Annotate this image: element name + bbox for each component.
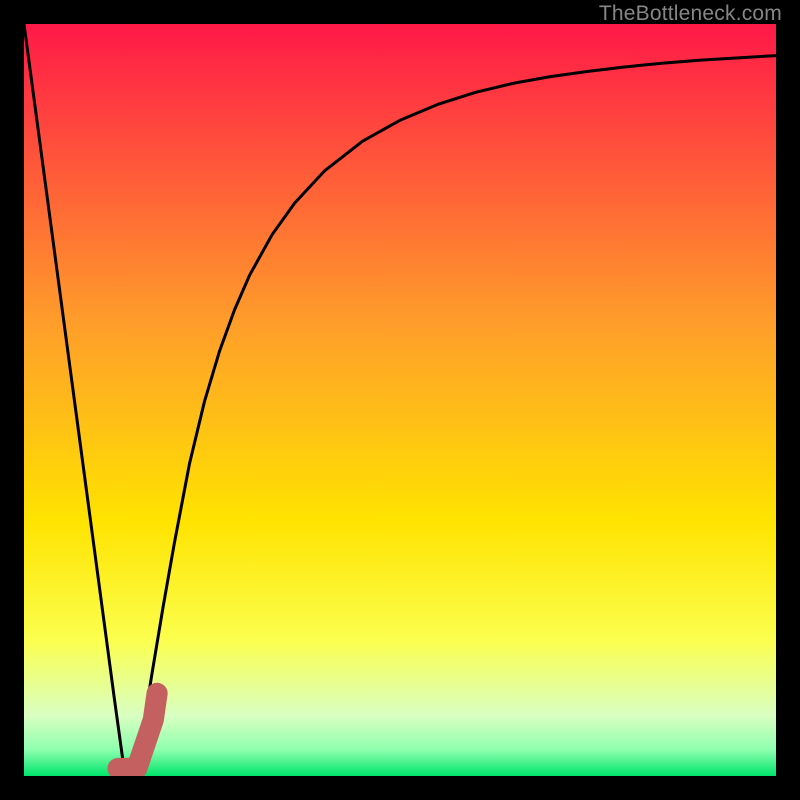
watermark-label: TheBottleneck.com — [599, 2, 782, 26]
gradient-background — [24, 24, 776, 776]
chart-frame: TheBottleneck.com — [0, 0, 800, 800]
plot-area — [24, 24, 776, 776]
chart-svg — [24, 24, 776, 776]
